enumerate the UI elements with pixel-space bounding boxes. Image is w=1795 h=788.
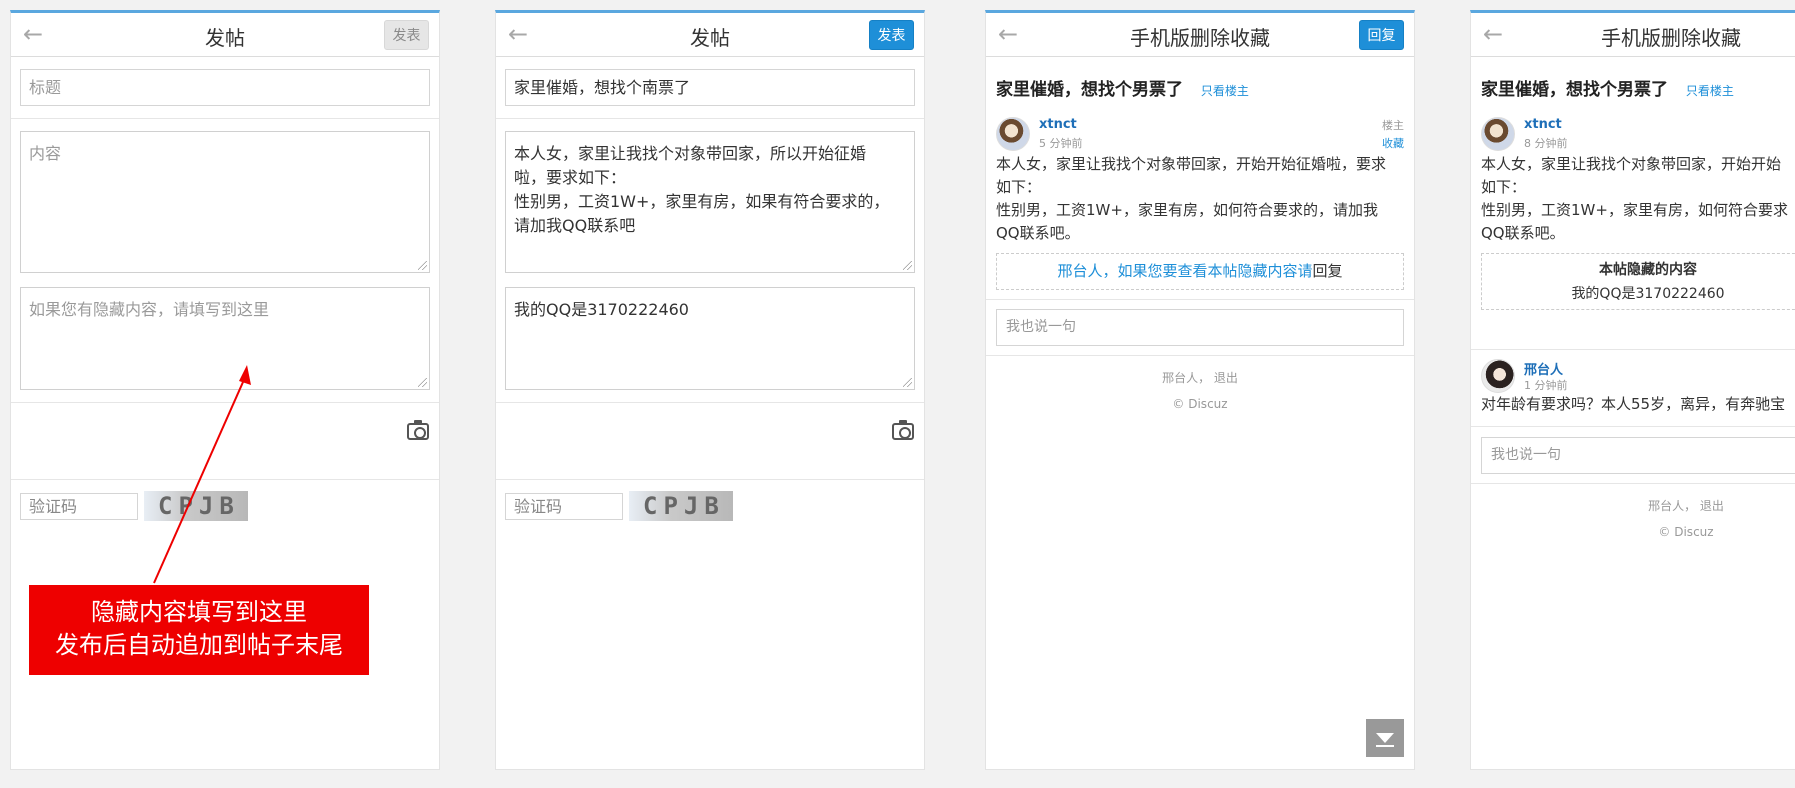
post-button[interactable]: 发表 bbox=[869, 20, 914, 50]
footer: 邢台人， 退出 © Discuz bbox=[986, 365, 1414, 417]
author-name[interactable]: xtnct bbox=[1039, 117, 1077, 132]
back-arrow-icon[interactable]: ← bbox=[1479, 21, 1507, 47]
page-title: 手机版删除收藏 bbox=[1601, 26, 1741, 50]
divider bbox=[986, 355, 1414, 356]
body-line: 性别男，工资1W+，家里有房，如何符合要求的，请加我 bbox=[996, 201, 1378, 219]
thread-title-text: 家里催婚，想找个男票了 bbox=[996, 80, 1183, 100]
post-body: 本人女，家里让我找个对象带回家，开始开始征婚啦，要求 如下： 性别男，工资1W+… bbox=[996, 153, 1406, 245]
avatar[interactable] bbox=[996, 117, 1030, 151]
body-line: 本人女，家里让我找个对象带回家，开始开始 bbox=[1481, 155, 1782, 173]
hidden-content-box: 本帖隐藏的内容 我的QQ是3170222460 bbox=[1481, 253, 1795, 310]
body-line: 如下： bbox=[1481, 178, 1527, 196]
thread-title: 家里催婚，想找个男票了 只看楼主 bbox=[1481, 75, 1734, 100]
body-line: 本人女，家里让我找个对象带回家，开始开始征婚啦，要求 bbox=[996, 155, 1387, 173]
reply-body: 对年龄有要求吗？本人55岁，离异，有奔驰宝 bbox=[1481, 395, 1786, 413]
hidden-content-notice: 邢台人，如果您要查看本帖隐藏内容请回复 bbox=[996, 253, 1404, 290]
reply-button[interactable]: 回复 bbox=[1359, 20, 1404, 50]
footer-user-links[interactable]: 邢台人， 退出 bbox=[986, 365, 1414, 391]
body-line: 性别男，工资1W+，家里有房，如何符合要求 bbox=[1481, 201, 1788, 219]
thread-view-replied-screen: ← 手机版删除收藏 家里催婚，想找个男票了 只看楼主 xtnct 8 分钟前 本… bbox=[1470, 10, 1795, 770]
post-form-filled-screen: ← 发帖 发表 家里催婚，想找个南票了 本人女，家里让我找个对象带回家，所以开始… bbox=[495, 10, 925, 770]
callout-line-1: 隐藏内容填写到这里 bbox=[91, 598, 307, 626]
content-section: 本人女，家里让我找个对象带回家，所以开始征婚 啦，要求如下： 性别男，工资1W+… bbox=[496, 119, 924, 403]
hidden-content-value: 我的QQ是3170222460 bbox=[514, 300, 689, 319]
divider bbox=[1471, 349, 1795, 350]
post-time: 5 分钟前 bbox=[1039, 137, 1083, 150]
header: ← 手机版删除收藏 bbox=[1471, 13, 1795, 57]
captcha-input[interactable]: 验证码 bbox=[505, 493, 623, 520]
avatar[interactable] bbox=[1481, 359, 1515, 393]
footer: 邢台人， 退出 © Discuz bbox=[1471, 493, 1795, 545]
avatar[interactable] bbox=[1481, 117, 1515, 151]
post-body: 本人女，家里让我找个对象带回家，开始开始 如下： 性别男，工资1W+，家里有房，… bbox=[1481, 153, 1788, 245]
content-line: 本人女，家里让我找个对象带回家，所以开始征婚 bbox=[514, 144, 867, 163]
reply-time: 1 分钟前 bbox=[1524, 379, 1568, 392]
reply-input[interactable]: 我也说一句 bbox=[1481, 437, 1795, 474]
divider bbox=[1471, 483, 1795, 484]
divider bbox=[496, 479, 924, 480]
screenshot-stage: ← 发帖 发表 标题 内容 如果您有隐藏内容，请填写到这里 验证码 CPJB 隐… bbox=[0, 0, 1795, 788]
resize-grip-icon[interactable] bbox=[903, 261, 912, 270]
hidden-content-value: 我的QQ是3170222460 bbox=[1571, 286, 1725, 302]
divider bbox=[1471, 426, 1795, 427]
body-line: QQ联系吧。 bbox=[996, 224, 1080, 242]
captcha-image[interactable]: CPJB bbox=[629, 491, 733, 521]
title-section: 家里催婚，想找个南票了 bbox=[496, 57, 924, 119]
page-title: 发帖 bbox=[690, 26, 730, 50]
content-line: 请加我QQ联系吧 bbox=[514, 216, 636, 235]
thread-title: 家里催婚，想找个男票了 只看楼主 bbox=[996, 75, 1249, 100]
hidden-notice-link[interactable]: 邢台人，如果您要查看本帖隐藏内容请 bbox=[1057, 262, 1312, 280]
resize-grip-icon[interactable] bbox=[903, 378, 912, 387]
footer-user-links[interactable]: 邢台人， 退出 bbox=[1471, 493, 1795, 519]
only-op-link[interactable]: 只看楼主 bbox=[1686, 84, 1734, 98]
title-input[interactable]: 家里催婚，想找个南票了 bbox=[505, 69, 915, 106]
content-line: 性别男，工资1W+，家里有房，如果有符合要求的， bbox=[514, 192, 890, 211]
hidden-notice-reply[interactable]: 回复 bbox=[1313, 262, 1343, 280]
header: ← 发帖 发表 bbox=[496, 13, 924, 57]
post-form-empty-screen: ← 发帖 发表 标题 内容 如果您有隐藏内容，请填写到这里 验证码 CPJB 隐… bbox=[10, 10, 440, 770]
content-line: 啦，要求如下： bbox=[514, 168, 627, 187]
reply-input[interactable]: 我也说一句 bbox=[996, 309, 1404, 346]
reply-author[interactable]: 邢台人 bbox=[1524, 359, 1563, 378]
page-title: 手机版删除收藏 bbox=[1130, 26, 1270, 50]
footer-brand: © Discuz bbox=[1172, 397, 1228, 411]
favorite-link[interactable]: 收藏 bbox=[1382, 135, 1404, 151]
floor-label: 楼主 bbox=[1382, 119, 1404, 132]
hidden-content-textarea[interactable]: 我的QQ是3170222460 bbox=[505, 287, 915, 390]
header: ← 手机版删除收藏 回复 bbox=[986, 13, 1414, 57]
thread-title-text: 家里催婚，想找个男票了 bbox=[1481, 80, 1668, 100]
author-name[interactable]: xtnct bbox=[1524, 117, 1562, 132]
body-line: QQ联系吧。 bbox=[1481, 224, 1565, 242]
camera-icon[interactable] bbox=[892, 420, 914, 440]
hidden-content-title: 本帖隐藏的内容 bbox=[1599, 262, 1697, 278]
callout-line-2: 发布后自动追加到帖子末尾 bbox=[55, 631, 343, 659]
post-time: 8 分钟前 bbox=[1524, 137, 1568, 150]
body-line: 如下： bbox=[996, 178, 1042, 196]
only-op-link[interactable]: 只看楼主 bbox=[1201, 84, 1249, 98]
annotation-callout: 隐藏内容填写到这里 发布后自动追加到帖子末尾 bbox=[29, 585, 369, 675]
scroll-bottom-icon[interactable] bbox=[1366, 719, 1404, 757]
divider bbox=[986, 299, 1414, 300]
footer-brand: © Discuz bbox=[1658, 525, 1714, 539]
content-textarea[interactable]: 本人女，家里让我找个对象带回家，所以开始征婚 啦，要求如下： 性别男，工资1W+… bbox=[505, 131, 915, 273]
thread-view-screen: ← 手机版删除收藏 回复 家里催婚，想找个男票了 只看楼主 xtnct 5 分钟… bbox=[985, 10, 1415, 770]
